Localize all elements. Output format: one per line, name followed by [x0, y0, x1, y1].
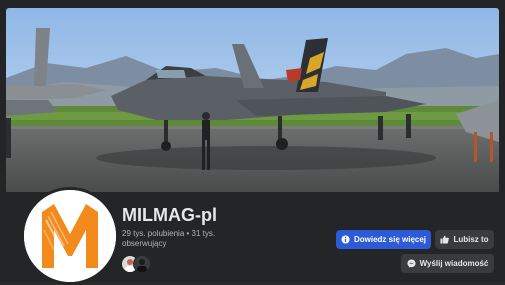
send-message-label: Wyślij wiadomość — [419, 259, 489, 268]
like-label: Lubisz to — [453, 235, 489, 244]
friend-followers[interactable] — [121, 255, 157, 273]
page-header: MILMAG-pl 29 tys. polubienia • 31 tys. o… — [0, 0, 505, 285]
thumbs-up-icon — [440, 235, 450, 244]
page-stats[interactable]: 29 tys. polubienia • 31 tys. obserwujący — [122, 229, 232, 249]
send-message-button[interactable]: Wyślij wiadomość — [401, 254, 494, 273]
milmag-logo-icon — [24, 190, 116, 282]
page-avatar[interactable] — [21, 187, 119, 285]
cover-photo[interactable] — [6, 8, 499, 192]
follower-avatar — [133, 255, 151, 273]
learn-more-button[interactable]: Dowiedz się więcej — [336, 230, 431, 249]
learn-more-label: Dowiedz się więcej — [353, 235, 427, 244]
cover-photo-jet-image — [6, 8, 499, 192]
page-title[interactable]: MILMAG-pl — [122, 205, 217, 226]
page-stats-likes: 29 tys. polubienia • 31 tys. — [122, 229, 216, 238]
like-button[interactable]: Lubisz to — [435, 230, 494, 249]
info-icon — [341, 235, 350, 244]
page-stats-followers: obserwujący — [122, 239, 167, 248]
messenger-icon — [407, 259, 416, 268]
